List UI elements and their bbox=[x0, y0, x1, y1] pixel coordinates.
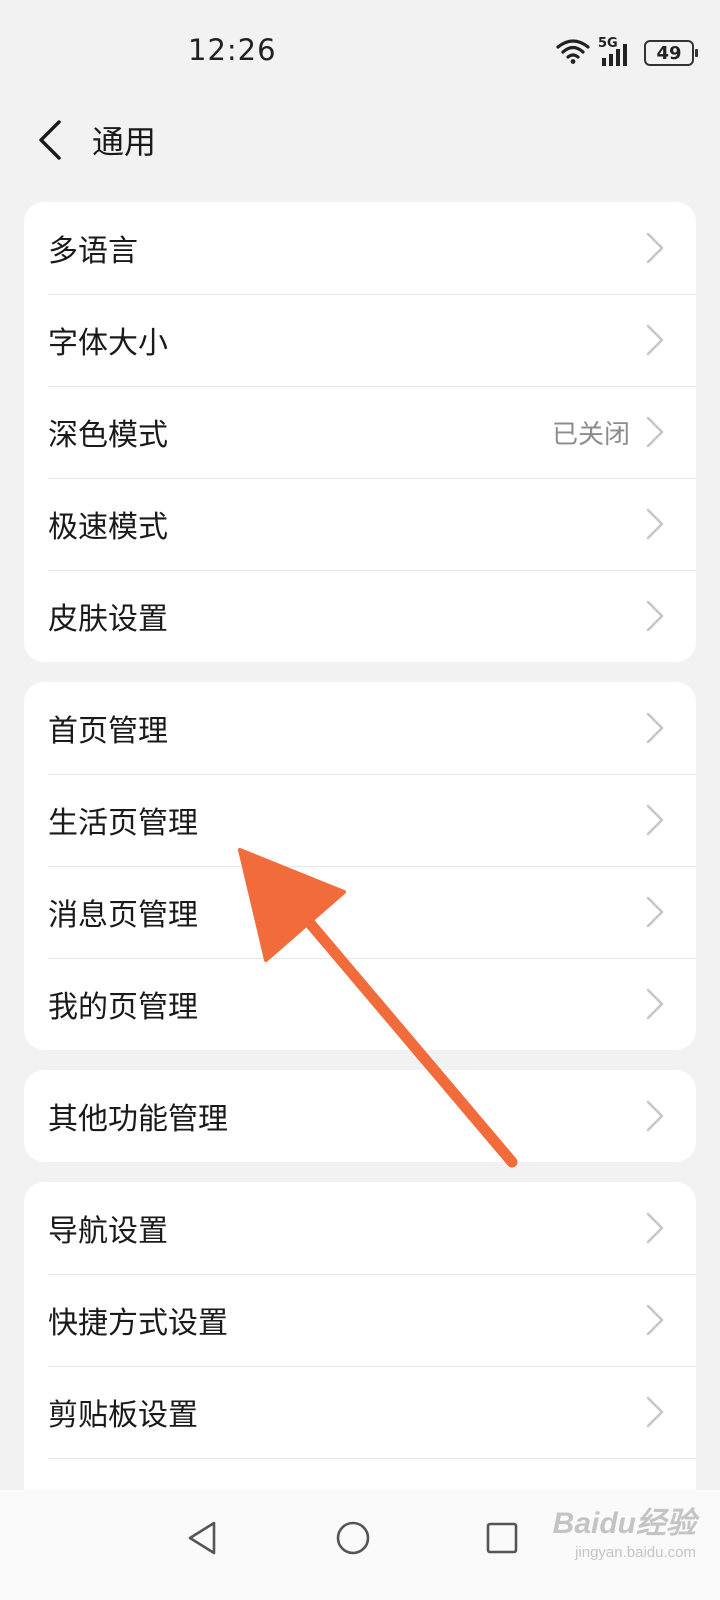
row-label: 字体大小 bbox=[48, 326, 168, 361]
settings-row-my-page[interactable]: 我的页管理 bbox=[24, 958, 696, 1050]
back-button[interactable] bbox=[28, 114, 72, 170]
settings-row-partial[interactable] bbox=[24, 1458, 696, 1490]
status-icons: 5G 49 bbox=[556, 36, 698, 70]
settings-row-font-size[interactable]: 字体大小 bbox=[24, 294, 696, 386]
nav-recents-button[interactable] bbox=[472, 1510, 532, 1570]
wifi-icon bbox=[556, 37, 590, 69]
settings-group-tools: 导航设置 快捷方式设置 剪贴板设置 bbox=[24, 1182, 696, 1490]
chevron-right-icon bbox=[644, 507, 666, 541]
battery-icon: 49 bbox=[644, 40, 698, 66]
watermark-logo: Baidu经验 bbox=[552, 1507, 696, 1540]
chevron-right-icon bbox=[644, 1211, 666, 1245]
cellular-signal-icon: 5G bbox=[598, 36, 636, 68]
row-label: 导航设置 bbox=[48, 1214, 168, 1249]
settings-row-other-features[interactable]: 其他功能管理 bbox=[24, 1070, 696, 1162]
chevron-right-icon bbox=[644, 1099, 666, 1133]
chevron-right-icon bbox=[644, 415, 666, 449]
status-time: 12:26 bbox=[188, 33, 277, 67]
settings-row-shortcuts[interactable]: 快捷方式设置 bbox=[24, 1274, 696, 1366]
dark-mode-status: 已关闭 bbox=[551, 419, 630, 450]
row-label: 其他功能管理 bbox=[48, 1102, 228, 1137]
row-label: 首页管理 bbox=[48, 714, 168, 749]
settings-row-speed-mode[interactable]: 极速模式 bbox=[24, 478, 696, 570]
row-label: 极速模式 bbox=[48, 510, 168, 545]
settings-row-clipboard[interactable]: 剪贴板设置 bbox=[24, 1366, 696, 1458]
settings-row-navigation[interactable]: 导航设置 bbox=[24, 1182, 696, 1274]
settings-group-other: 其他功能管理 bbox=[24, 1070, 696, 1162]
row-label: 生活页管理 bbox=[48, 806, 198, 841]
settings-group-display: 多语言 字体大小 深色模式 已关闭 极速模式 皮肤设置 bbox=[24, 202, 696, 662]
settings-row-language[interactable]: 多语言 bbox=[24, 202, 696, 294]
page-title: 通用 bbox=[92, 123, 157, 161]
settings-row-skin[interactable]: 皮肤设置 bbox=[24, 570, 696, 662]
chevron-right-icon bbox=[644, 987, 666, 1021]
nav-back-button[interactable] bbox=[172, 1510, 232, 1570]
circle-home-icon bbox=[335, 1520, 371, 1560]
row-label: 多语言 bbox=[48, 234, 138, 269]
settings-row-home-page[interactable]: 首页管理 bbox=[24, 682, 696, 774]
row-label: 快捷方式设置 bbox=[48, 1306, 228, 1341]
settings-group-pages: 首页管理 生活页管理 消息页管理 我的页管理 bbox=[24, 682, 696, 1050]
chevron-right-icon bbox=[644, 711, 666, 745]
settings-row-life-page[interactable]: 生活页管理 bbox=[24, 774, 696, 866]
watermark-url: jingyan.baidu.com bbox=[575, 1544, 696, 1561]
page-header: 通用 bbox=[0, 100, 720, 200]
triangle-back-icon bbox=[186, 1520, 218, 1560]
settings-row-dark-mode[interactable]: 深色模式 已关闭 bbox=[24, 386, 696, 478]
chevron-right-icon bbox=[644, 323, 666, 357]
chevron-right-icon bbox=[644, 895, 666, 929]
row-label: 深色模式 bbox=[48, 418, 168, 453]
row-label: 剪贴板设置 bbox=[48, 1398, 198, 1433]
nav-home-button[interactable] bbox=[323, 1510, 383, 1570]
chevron-right-icon bbox=[644, 599, 666, 633]
chevron-right-icon bbox=[644, 231, 666, 265]
chevron-left-icon bbox=[37, 120, 63, 164]
row-label: 我的页管理 bbox=[48, 990, 198, 1025]
square-recents-icon bbox=[485, 1521, 519, 1559]
row-label: 消息页管理 bbox=[48, 898, 198, 933]
row-label: 皮肤设置 bbox=[48, 602, 168, 637]
chevron-right-icon bbox=[644, 803, 666, 837]
status-bar: 12:26 5G 49 bbox=[0, 0, 720, 100]
chevron-right-icon bbox=[644, 1303, 666, 1337]
battery-level: 49 bbox=[656, 42, 682, 64]
settings-row-message-page[interactable]: 消息页管理 bbox=[24, 866, 696, 958]
chevron-right-icon bbox=[644, 1395, 666, 1429]
baidu-watermark: Baidu经验 jingyan.baidu.com bbox=[553, 1498, 696, 1561]
